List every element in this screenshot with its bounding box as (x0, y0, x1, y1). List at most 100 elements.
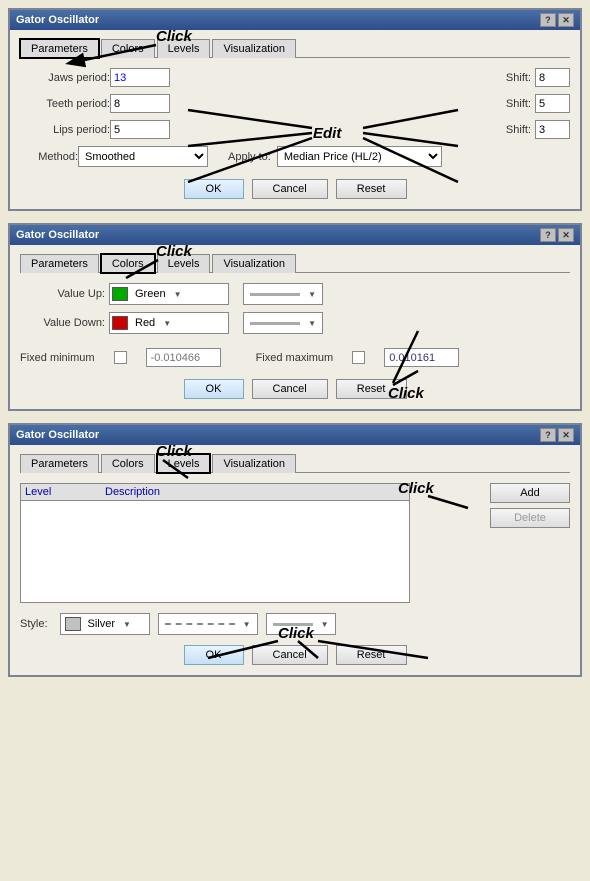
tab-visualization-1[interactable]: Visualization (212, 39, 296, 58)
fixed-max-checkbox[interactable] (352, 351, 365, 364)
value-down-color-name: Red (135, 317, 155, 329)
close-button-1[interactable]: ✕ (558, 13, 574, 27)
value-up-line-select[interactable]: ▼ (243, 283, 323, 305)
fixed-min-label: Fixed minimum (20, 352, 95, 364)
close-button-2[interactable]: ✕ (558, 228, 574, 242)
lips-period-input[interactable] (110, 120, 170, 139)
jaws-shift-label: Shift: (506, 72, 531, 84)
teeth-shift-input[interactable] (535, 94, 570, 113)
teeth-row: Teeth period: Shift: (20, 94, 570, 113)
value-down-color-select[interactable]: Red ▼ (109, 312, 229, 334)
style-row: Style: Silver ▼ ▼ ▼ (20, 613, 470, 635)
tab-levels-3[interactable]: Levels (157, 454, 211, 473)
tab-bar-2: Parameters Colors Levels Visualization (20, 253, 570, 273)
value-up-row: Value Up: Green ▼ ▼ (20, 283, 570, 305)
help-button-2[interactable]: ? (540, 228, 556, 242)
dialog-content-1: Parameters Colors Levels Visualization J… (10, 30, 580, 209)
dialog-parameters: Gator Oscillator ? ✕ Parameters Colors L… (8, 8, 582, 211)
delete-button[interactable]: Delete (490, 508, 570, 528)
reset-button-3[interactable]: Reset (336, 645, 407, 665)
tab-parameters-2[interactable]: Parameters (20, 254, 99, 273)
button-row-3: OK Cancel Reset (20, 645, 570, 665)
jaws-row: Jaws period: Shift: (20, 68, 570, 87)
tab-parameters-1[interactable]: Parameters (20, 39, 99, 58)
add-button[interactable]: Add (490, 483, 570, 503)
tab-bar-1: Parameters Colors Levels Visualization (20, 38, 570, 58)
value-up-label: Value Up: (20, 288, 105, 300)
fixed-min-input[interactable] (146, 348, 221, 367)
button-row-2: OK Cancel Reset (20, 379, 570, 399)
dialog-content-3: Parameters Colors Levels Visualization L… (10, 445, 580, 675)
reset-button-1[interactable]: Reset (336, 179, 407, 199)
level-col-header: Level (25, 486, 105, 498)
jaws-shift-input[interactable] (535, 68, 570, 87)
apply-label: Apply to: (228, 151, 271, 163)
value-up-dropdown-arrow: ▼ (174, 290, 182, 299)
close-button-3[interactable]: ✕ (558, 428, 574, 442)
tab-colors-1[interactable]: Colors (101, 39, 155, 58)
method-select[interactable]: Smoothed Simple Exponential (78, 146, 208, 167)
jaws-period-label: Jaws period: (20, 72, 110, 84)
value-down-dropdown-arrow: ▼ (163, 319, 171, 328)
cancel-button-2[interactable]: Cancel (252, 379, 328, 399)
dialog-levels: Gator Oscillator ? ✕ Parameters Colors L… (8, 423, 582, 677)
titlebar-1: Gator Oscillator ? ✕ (10, 10, 580, 30)
value-up-color-name: Green (135, 288, 166, 300)
tab-visualization-2[interactable]: Visualization (212, 254, 296, 273)
style-color-name: Silver (88, 618, 116, 630)
style-width-select[interactable]: ▼ (266, 613, 336, 635)
lips-shift-input[interactable] (535, 120, 570, 139)
title-3: Gator Oscillator (16, 429, 99, 441)
method-row: Method: Smoothed Simple Exponential Appl… (20, 146, 570, 167)
tab-colors-2[interactable]: Colors (101, 254, 155, 273)
style-line-select[interactable]: ▼ (158, 613, 258, 635)
cancel-button-3[interactable]: Cancel (252, 645, 328, 665)
cancel-button-1[interactable]: Cancel (252, 179, 328, 199)
apply-select[interactable]: Median Price (HL/2) Close Open (277, 146, 442, 167)
teeth-shift-group: Shift: (506, 94, 570, 113)
tab-levels-1[interactable]: Levels (157, 39, 211, 58)
reset-button-2[interactable]: Reset (336, 379, 407, 399)
tab-colors-3[interactable]: Colors (101, 454, 155, 473)
levels-left: Level Description Style: Silver ▼ (20, 483, 470, 635)
style-width-preview (273, 623, 313, 626)
tab-levels-2[interactable]: Levels (157, 254, 211, 273)
titlebar-buttons-2: ? ✕ (540, 228, 574, 242)
lips-row: Lips period: Shift: (20, 120, 570, 139)
help-button-1[interactable]: ? (540, 13, 556, 27)
jaws-period-input[interactable] (110, 68, 170, 87)
silver-color-indicator (65, 617, 81, 631)
tab-visualization-3[interactable]: Visualization (212, 454, 296, 473)
tab-parameters-3[interactable]: Parameters (20, 454, 99, 473)
ok-button-1[interactable]: OK (184, 179, 244, 199)
style-width-arrow: ▼ (321, 620, 329, 629)
teeth-period-input[interactable] (110, 94, 170, 113)
title-1: Gator Oscillator (16, 14, 99, 26)
lips-shift-label: Shift: (506, 124, 531, 136)
style-line-arrow: ▼ (243, 620, 251, 629)
value-down-line-preview (250, 322, 300, 325)
levels-table[interactable]: Level Description (20, 483, 410, 603)
teeth-period-label: Teeth period: (20, 98, 110, 110)
ok-button-2[interactable]: OK (184, 379, 244, 399)
style-color-select[interactable]: Silver ▼ (60, 613, 150, 635)
fixed-max-input[interactable] (384, 348, 459, 367)
value-down-line-select[interactable]: ▼ (243, 312, 323, 334)
help-button-3[interactable]: ? (540, 428, 556, 442)
desc-col-header: Description (105, 486, 405, 498)
lips-shift-group: Shift: (506, 120, 570, 139)
ok-button-3[interactable]: OK (184, 645, 244, 665)
fixed-max-label: Fixed maximum (256, 352, 334, 364)
button-row-1: OK Cancel Reset (20, 179, 570, 199)
title-2: Gator Oscillator (16, 229, 99, 241)
fixed-min-checkbox[interactable] (114, 351, 127, 364)
value-down-label: Value Down: (20, 317, 105, 329)
teeth-shift-label: Shift: (506, 98, 531, 110)
titlebar-buttons-1: ? ✕ (540, 13, 574, 27)
value-up-line-preview (250, 293, 300, 296)
jaws-shift-group: Shift: (506, 68, 570, 87)
style-label: Style: (20, 618, 48, 630)
titlebar-buttons-3: ? ✕ (540, 428, 574, 442)
value-up-color-select[interactable]: Green ▼ (109, 283, 229, 305)
red-color-indicator (112, 316, 128, 330)
